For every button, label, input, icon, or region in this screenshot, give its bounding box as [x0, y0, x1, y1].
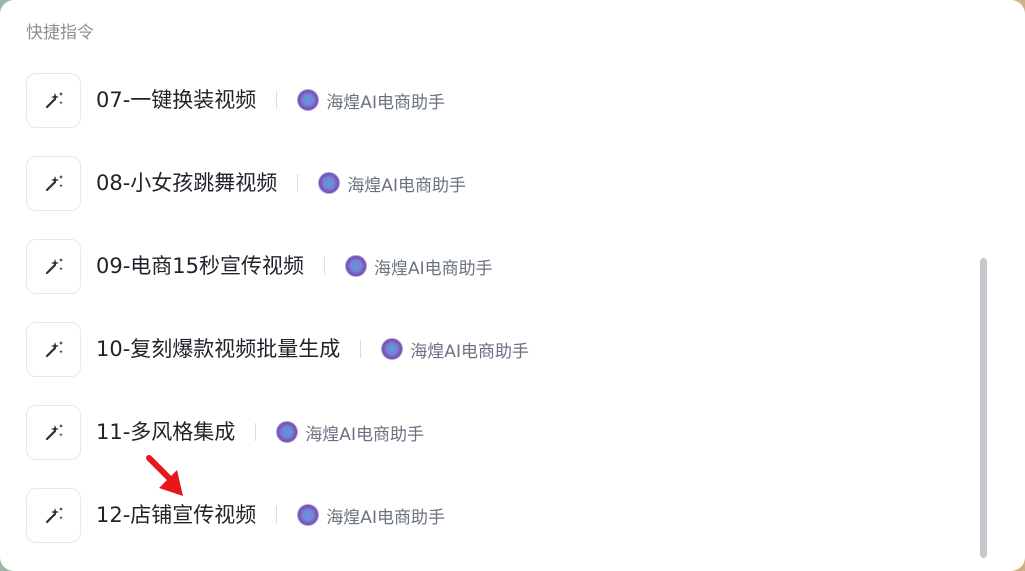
- divider: [276, 91, 278, 109]
- divider: [297, 174, 299, 192]
- author-name: 海煌AI电商助手: [305, 424, 424, 445]
- sparkle-magic-icon: [26, 321, 81, 377]
- panel-title: 快捷指令: [26, 23, 94, 43]
- sparkle-magic-icon: [26, 72, 81, 128]
- quick-commands-panel: 快捷指令 07-一键换装视频 海煌AI电商助手 08-小女孩跳舞视频 海煌AI电…: [0, 0, 1025, 571]
- author-avatar: [345, 255, 368, 277]
- scrollbar-thumb[interactable]: [980, 258, 987, 558]
- author-avatar: [381, 338, 404, 360]
- red-arrow-annotation-icon: [146, 455, 183, 496]
- quick-command-name: 12-店铺宣传视频: [96, 503, 257, 527]
- divider: [276, 506, 278, 524]
- divider: [324, 257, 326, 275]
- quick-command-name: 10-复刻爆款视频批量生成: [96, 337, 341, 361]
- author-name: 海煌AI电商助手: [374, 258, 493, 279]
- quick-command-item[interactable]: 10-复刻爆款视频批量生成 海煌AI电商助手: [26, 320, 986, 378]
- divider: [360, 340, 362, 358]
- quick-command-name: 11-多风格集成: [96, 420, 236, 444]
- sparkle-magic-icon: [26, 238, 81, 294]
- author-avatar: [297, 89, 320, 111]
- sparkle-magic-icon: [26, 155, 81, 211]
- author-name: 海煌AI电商助手: [410, 341, 529, 362]
- author-name: 海煌AI电商助手: [347, 175, 466, 196]
- sparkle-magic-icon: [26, 404, 81, 460]
- quick-command-item[interactable]: 07-一键换装视频 海煌AI电商助手: [26, 71, 986, 129]
- quick-command-name: 07-一键换装视频: [96, 88, 257, 112]
- sparkle-magic-icon: [26, 487, 81, 543]
- quick-command-item[interactable]: 08-小女孩跳舞视频 海煌AI电商助手: [26, 154, 986, 212]
- author-name: 海煌AI电商助手: [326, 507, 445, 528]
- quick-command-name: 08-小女孩跳舞视频: [96, 171, 278, 195]
- quick-command-item[interactable]: 09-电商15秒宣传视频 海煌AI电商助手: [26, 237, 986, 295]
- author-avatar: [318, 172, 341, 194]
- author-avatar: [276, 421, 299, 443]
- quick-command-name: 09-电商15秒宣传视频: [96, 254, 305, 278]
- author-name: 海煌AI电商助手: [326, 92, 445, 113]
- author-avatar: [297, 504, 320, 526]
- divider: [255, 423, 257, 441]
